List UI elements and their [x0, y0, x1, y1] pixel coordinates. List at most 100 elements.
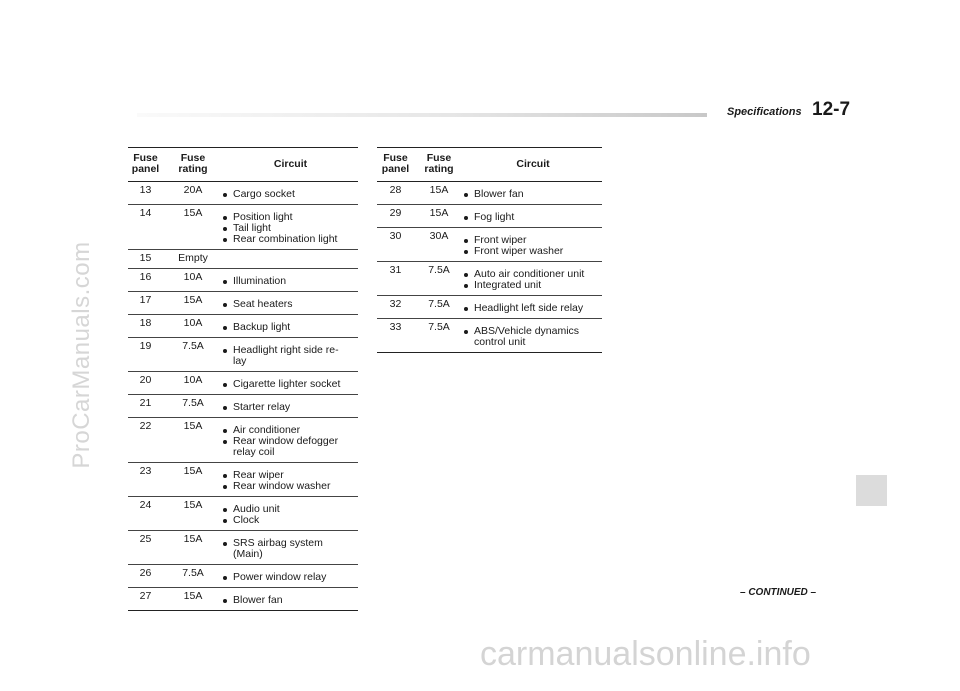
fuse-rating: 10A — [163, 371, 223, 395]
table-row: 29 15A Fog light — [377, 204, 602, 228]
fuse-panel-number: 31 — [377, 261, 414, 296]
circuit-item: Front wiper washer — [464, 246, 602, 257]
continued-note: – CONTINUED – — [740, 587, 817, 598]
table-row: 31 7.5A Auto air conditioner unit Integrate… — [377, 261, 602, 296]
fuse-rating: 15A — [414, 204, 464, 228]
fuse-panel-number: 29 — [377, 204, 414, 228]
circuit-cell: Power window relay — [223, 564, 358, 588]
table-row: 25 15A SRS airbag system (Main) — [128, 530, 358, 565]
circuit-item: Rear window washer — [223, 481, 358, 492]
fuse-panel-number: 26 — [128, 564, 163, 588]
circuit-item: Blower fan — [464, 189, 602, 200]
circuit-cell: Blower fan — [223, 587, 358, 611]
circuit-item: Headlight right side re- — [223, 345, 358, 356]
circuit-cell: Headlight right side re-lay — [223, 337, 358, 372]
circuit-cell: Auto air conditioner unit Integrated unit — [464, 261, 602, 296]
fuse-rating: 15A — [163, 530, 223, 565]
fuse-rating: 15A — [163, 587, 223, 611]
table-row: 21 7.5A Starter relay — [128, 394, 358, 418]
circuit-item-continuation: lay — [233, 355, 247, 367]
circuit-cell: Seat heaters — [223, 291, 358, 315]
fuse-rating: 10A — [163, 268, 223, 292]
header-fuse-rating: Fuse rating — [163, 147, 223, 182]
fuse-panel-number: 21 — [128, 394, 163, 418]
circuit-item: Cigarette lighter socket — [223, 379, 358, 390]
fuse-panel-number: 27 — [128, 587, 163, 611]
table-header-row: Fuse panel Fuse rating Circuit — [377, 147, 602, 182]
fuse-panel-number: 22 — [128, 417, 163, 463]
table-row: 13 20A Cargo socket — [128, 181, 358, 205]
fuse-panel-number: 19 — [128, 337, 163, 372]
section-title: Specifications — [727, 106, 802, 118]
fuse-rating: 20A — [163, 181, 223, 205]
fuse-panel-number: 24 — [128, 496, 163, 531]
table-header-row: Fuse panel Fuse rating Circuit — [128, 147, 358, 182]
fuse-panel-number: 16 — [128, 268, 163, 292]
fuse-panel-number: 33 — [377, 318, 414, 353]
fuse-rows-right: 28 15A Blower fan 29 15A Fog light 30 30A Front … — [377, 181, 602, 353]
fuse-panel-number: 28 — [377, 181, 414, 205]
table-row: 27 15A Blower fan — [128, 587, 358, 611]
circuit-item: Cargo socket — [223, 189, 358, 200]
fuse-panel-number: 15 — [128, 249, 163, 269]
circuit-cell: Rear wiper Rear window washer — [223, 462, 358, 497]
fuse-rating: 15A — [163, 204, 223, 250]
fuse-rating: 15A — [163, 462, 223, 497]
circuit-item-continuation: relay coil — [233, 446, 275, 458]
table-row: 16 10A Illumination — [128, 268, 358, 292]
circuit-cell: SRS airbag system (Main) — [223, 530, 358, 565]
fuse-panel-number: 30 — [377, 227, 414, 262]
table-row: 33 7.5A ABS/Vehicle dynamics control unit — [377, 318, 602, 353]
table-row: 17 15A Seat heaters — [128, 291, 358, 315]
fuse-panel-number: 32 — [377, 295, 414, 319]
circuit-item: Integrated unit — [464, 280, 602, 291]
fuse-rating: 10A — [163, 314, 223, 338]
fuse-rating: 7.5A — [414, 295, 464, 319]
table-row: 28 15A Blower fan — [377, 181, 602, 205]
fuse-rating: 7.5A — [163, 337, 223, 372]
circuit-item: Backup light — [223, 322, 358, 333]
circuit-item: SRS airbag system — [223, 538, 358, 549]
circuit-item: Starter relay — [223, 402, 358, 413]
circuit-item: ABS/Vehicle dynamics — [464, 326, 602, 337]
circuit-item: Clock — [223, 515, 358, 526]
chapter-tab — [856, 475, 887, 506]
circuit-cell: Front wiper Front wiper washer — [464, 227, 602, 262]
circuit-cell: ABS/Vehicle dynamics control unit — [464, 318, 602, 353]
watermark-carmanualsonline: carmanualsonline.info — [480, 635, 811, 673]
circuit-cell: Audio unit Clock — [223, 496, 358, 531]
circuit-item-continuation: (Main) — [233, 548, 263, 560]
fuse-panel-number: 20 — [128, 371, 163, 395]
fuse-rows-left: 13 20A Cargo socket 14 15A Position light Tail… — [128, 181, 358, 611]
circuit-item: Seat heaters — [223, 299, 358, 310]
table-row: 22 15A Air conditioner Rear window defogger… — [128, 417, 358, 463]
circuit-cell: Starter relay — [223, 394, 358, 418]
fuse-panel-number: 25 — [128, 530, 163, 565]
circuit-cell: Backup light — [223, 314, 358, 338]
circuit-cell: Blower fan — [464, 181, 602, 205]
circuit-cell: Fog light — [464, 204, 602, 228]
header-fuse-rating: Fuse rating — [414, 147, 464, 182]
header-fuse-panel: Fuse panel — [377, 147, 414, 182]
circuit-cell: Cigarette lighter socket — [223, 371, 358, 395]
circuit-item-continuation: control unit — [474, 336, 526, 348]
circuit-cell: Headlight left side relay — [464, 295, 602, 319]
watermark-procarmanuals: ProCarManuals.com — [68, 241, 95, 469]
fuse-panel-number: 23 — [128, 462, 163, 497]
header-circuit: Circuit — [223, 147, 358, 182]
table-row: 14 15A Position light Tail light Rear combin… — [128, 204, 358, 250]
table-row: 32 7.5A Headlight left side relay — [377, 295, 602, 319]
fuse-panel-number: 13 — [128, 181, 163, 205]
table-row: 19 7.5A Headlight right side re-lay — [128, 337, 358, 372]
fuse-rating: 15A — [414, 181, 464, 205]
page-number: 12-7 — [812, 99, 851, 120]
circuit-item: Rear window defogger — [223, 436, 358, 447]
table-row: 15 Empty — [128, 249, 358, 269]
circuit-item: Illumination — [223, 276, 358, 287]
fuse-rating: 7.5A — [163, 564, 223, 588]
circuit-item: Blower fan — [223, 595, 358, 606]
circuit-item: Rear combination light — [223, 234, 358, 245]
circuit-cell: Position light Tail light Rear combination… — [223, 204, 358, 250]
table-row: 24 15A Audio unit Clock — [128, 496, 358, 531]
table-row: 30 30A Front wiper Front wiper washer — [377, 227, 602, 262]
